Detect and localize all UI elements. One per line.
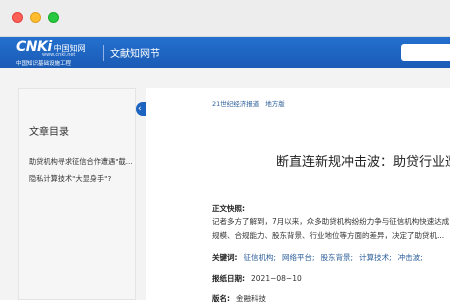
close-window-button[interactable] bbox=[12, 12, 23, 23]
keywords-row: 关键词: 征信机构; 网络平台; 股东背景; 计算技术; 冲击波; bbox=[212, 252, 423, 263]
date-value: 2021−08−10 bbox=[251, 274, 302, 283]
maximize-window-button[interactable] bbox=[48, 12, 59, 23]
column-value: 金融科技 bbox=[236, 294, 266, 303]
article-source: 21世纪经济报道 地方版 bbox=[212, 98, 285, 108]
toc-title: 文章目录 bbox=[29, 127, 69, 138]
logo-url: www.cnki.net bbox=[42, 52, 76, 58]
minimize-window-button[interactable] bbox=[30, 12, 41, 23]
column-row: 版名: 金融科技 bbox=[212, 293, 266, 304]
abstract-text[interactable]: 规模、合规能力、股东背景、行业地位等方面的差异，决定了助贷机... bbox=[212, 230, 444, 241]
date-label: 报纸日期: bbox=[212, 274, 245, 283]
toc-item[interactable]: 助贷机构寻求征信合作遭遇"截... bbox=[29, 157, 135, 167]
toc-item[interactable]: 隐私计算技术"大显身手"? bbox=[29, 174, 135, 184]
cnki-logo[interactable]: CNKi 中国知网 www.cnki.net 中国知识基础设施工程 bbox=[16, 38, 98, 67]
source-link[interactable]: 21世纪经济报道 bbox=[212, 100, 259, 108]
keyword-link[interactable]: 冲击波; bbox=[398, 253, 423, 262]
date-row: 报纸日期: 2021−08−10 bbox=[212, 273, 302, 284]
source-edition[interactable]: 地方版 bbox=[265, 100, 285, 108]
logo-subtitle: 中国知识基础设施工程 bbox=[16, 61, 72, 67]
keyword-link[interactable]: 网络平台; bbox=[282, 253, 315, 262]
chevron-left-icon: ‹ bbox=[138, 104, 142, 114]
window-titlebar bbox=[0, 0, 450, 37]
article-main: 21世纪经济报道 地方版 断直连新规冲击波：助贷行业遭 正文快照: 记者多方了解到… bbox=[146, 88, 450, 303]
collapse-sidebar-button[interactable]: ‹ bbox=[136, 102, 146, 116]
keywords-label: 关键词: bbox=[212, 253, 238, 262]
site-header: CNKi 中国知网 www.cnki.net 中国知识基础设施工程 文献知网节 bbox=[0, 37, 450, 68]
article-title: 断直连新规冲击波：助贷行业遭 bbox=[276, 155, 450, 170]
header-divider bbox=[103, 45, 104, 61]
column-label: 版名: bbox=[212, 294, 230, 303]
abstract-label: 正文快照: bbox=[212, 204, 245, 213]
keyword-link[interactable]: 股东背景; bbox=[321, 253, 354, 262]
keyword-link[interactable]: 征信机构; bbox=[244, 253, 277, 262]
article-toc-sidebar: 文章目录 助贷机构寻求征信合作遭遇"截... 隐私计算技术"大显身手"? bbox=[18, 88, 136, 300]
keyword-link[interactable]: 计算技术; bbox=[359, 253, 392, 262]
search-input[interactable] bbox=[401, 44, 450, 61]
header-title: 文献知网节 bbox=[110, 49, 160, 60]
abstract-text: 记者多方了解到，7月以来，众多助贷机构纷纷力争与征信机构快速达成 bbox=[212, 217, 450, 226]
